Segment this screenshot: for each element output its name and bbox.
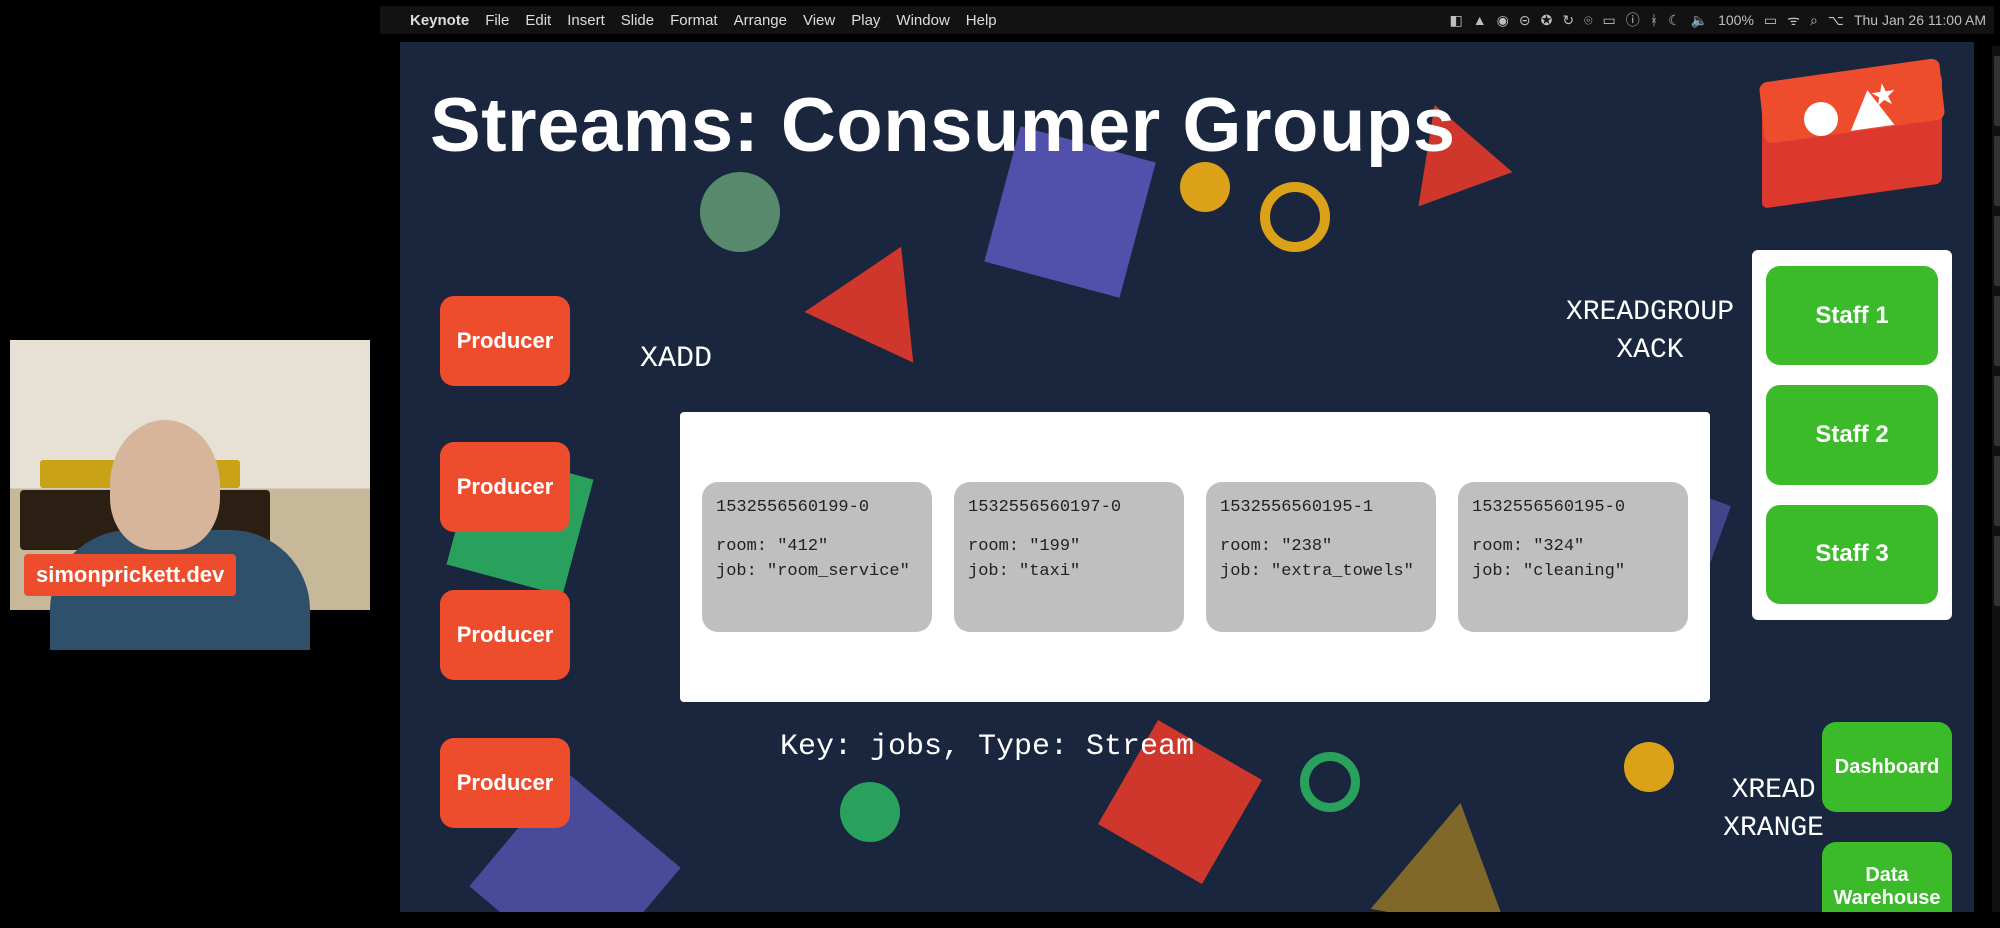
menu-window[interactable]: Window (896, 12, 949, 29)
status-icon[interactable]: ◉ (1497, 12, 1509, 29)
search-icon[interactable]: ⌕ (1810, 12, 1818, 29)
xreadgroup-label: XREADGROUP XACK (1566, 294, 1734, 370)
presenter-name-tag: simonprickett.dev (24, 554, 236, 596)
status-icon[interactable]: ▭ (1602, 12, 1615, 29)
status-icon[interactable]: ↻ (1562, 12, 1574, 29)
battery-icon[interactable]: ▭ (1764, 12, 1777, 29)
menu-edit[interactable]: Edit (525, 12, 551, 29)
presenter-webcam: simonprickett.dev (10, 340, 370, 610)
staff-consumer: Staff 1 (1766, 266, 1938, 365)
menubar-datetime[interactable]: Thu Jan 26 11:00 AM (1854, 12, 1986, 28)
status-icon[interactable]: ⓘ (1626, 10, 1640, 30)
control-center-icon[interactable]: ⌥ (1828, 12, 1844, 29)
stream-entry: 1532556560197-0 room: "199" job: "taxi" (954, 482, 1184, 632)
menu-format[interactable]: Format (670, 12, 718, 29)
menu-view[interactable]: View (803, 12, 835, 29)
wifi-icon[interactable]: ᯤ (1787, 11, 1800, 30)
producer-box: Producer (440, 590, 570, 680)
status-icon[interactable]: ▲ (1473, 12, 1487, 28)
redis-logo-icon: ★ (1762, 64, 1952, 214)
volume-icon[interactable]: 🔈 (1691, 12, 1708, 29)
menu-insert[interactable]: Insert (567, 12, 605, 29)
right-sidebar-thumbnails[interactable] (1992, 46, 2000, 912)
producer-box: Producer (440, 738, 570, 828)
menu-arrange[interactable]: Arrange (734, 12, 787, 29)
staff-consumer: Staff 3 (1766, 505, 1938, 604)
stream-entry: 1532556560195-0 room: "324" job: "cleani… (1458, 482, 1688, 632)
status-icon[interactable]: ⌾ (1584, 12, 1592, 29)
xadd-label: XADD (640, 342, 712, 376)
stream-entry: 1532556560199-0 room: "412" job: "room_s… (702, 482, 932, 632)
menu-help[interactable]: Help (966, 12, 997, 29)
menu-file[interactable]: File (485, 12, 509, 29)
menu-play[interactable]: Play (851, 12, 880, 29)
producer-box: Producer (440, 442, 570, 532)
keynote-slide: Streams: Consumer Groups ★ Producer Prod… (400, 42, 1974, 912)
stream-entry: 1532556560195-1 room: "238" job: "extra_… (1206, 482, 1436, 632)
dashboard-consumer: Dashboard (1822, 722, 1952, 812)
dnd-moon-icon[interactable]: ☾ (1668, 12, 1681, 29)
menubar-status-area: ◧ ▲ ◉ ⊝ ✪ ↻ ⌾ ▭ ⓘ ᚼ ☾ 🔈 100% ▭ ᯤ ⌕ ⌥ Thu… (1450, 10, 1986, 30)
macos-menubar: Keynote File Edit Insert Slide Format Ar… (380, 6, 1994, 34)
consumer-group-box: Staff 1 Staff 2 Staff 3 (1752, 250, 1952, 620)
status-icon[interactable]: ◧ (1450, 12, 1463, 29)
slide-title: Streams: Consumer Groups (430, 82, 1456, 169)
xread-label: XREAD XRANGE (1723, 772, 1824, 848)
producer-box: Producer (440, 296, 570, 386)
bluetooth-icon[interactable]: ᚼ (1650, 12, 1658, 28)
data-warehouse-consumer: Data Warehouse (1822, 842, 1952, 912)
stream-container: 1532556560199-0 room: "412" job: "room_s… (680, 412, 1710, 702)
menubar-app-name[interactable]: Keynote (410, 12, 469, 29)
status-icon[interactable]: ✪ (1541, 12, 1553, 29)
macos-desktop: Keynote File Edit Insert Slide Format Ar… (380, 6, 1994, 922)
battery-percent: 100% (1718, 12, 1754, 28)
menu-slide[interactable]: Slide (621, 12, 654, 29)
status-icon[interactable]: ⊝ (1519, 12, 1531, 29)
staff-consumer: Staff 2 (1766, 385, 1938, 484)
stream-key-label: Key: jobs, Type: Stream (780, 730, 1194, 764)
